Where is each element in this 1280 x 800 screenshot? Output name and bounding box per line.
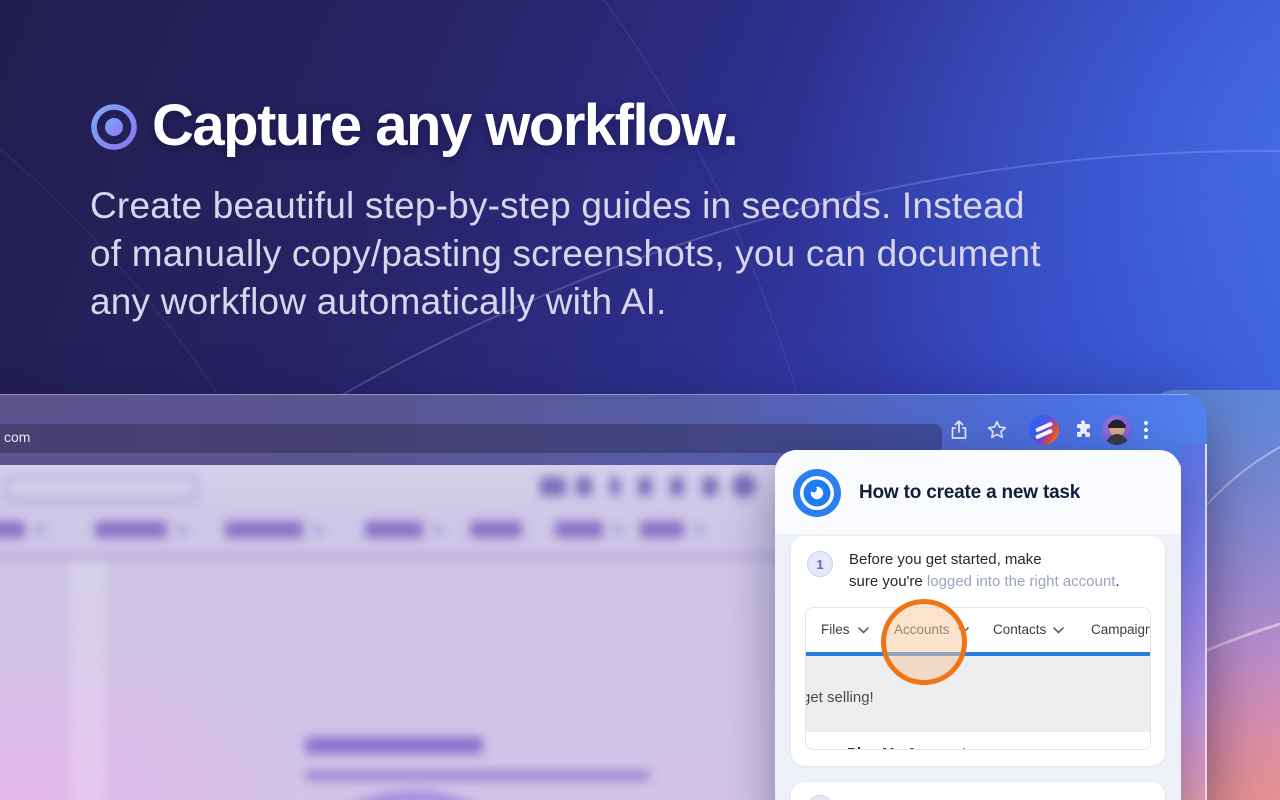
tab-campaign[interactable]: Campaign <box>1091 608 1151 652</box>
extensions-puzzle-icon[interactable] <box>1072 419 1094 441</box>
nav-item[interactable] <box>470 521 522 538</box>
page-toolbar-icon <box>576 477 592 496</box>
hero-description-line: Create beautiful step-by-step guides in … <box>90 182 1200 230</box>
panel-title: How to create a new task <box>859 482 1080 504</box>
screenshot-card-title: Play My Accounts <box>847 745 975 750</box>
page-search-box[interactable] <box>5 475 197 502</box>
screenshot-inner-card: Play My Accounts <box>823 732 1151 750</box>
extension-logo-icon[interactable] <box>1029 415 1059 445</box>
record-target-icon <box>88 101 140 153</box>
page-toolbar-icon <box>638 477 652 496</box>
browser-menu-icon[interactable] <box>1144 421 1148 441</box>
extension-panel: How to create a new task 1 Before you ge… <box>775 450 1181 800</box>
share-icon[interactable] <box>948 419 970 441</box>
step-number-badge: 1 <box>807 551 833 577</box>
nav-item[interactable] <box>0 521 25 538</box>
bookmark-star-icon[interactable] <box>986 419 1008 441</box>
nav-item[interactable] <box>225 521 303 538</box>
panel-header: How to create a new task <box>775 450 1181 534</box>
window-right-edge <box>1181 444 1207 800</box>
account-link[interactable]: logged into the right account <box>927 573 1115 590</box>
chevron-down-icon <box>1053 627 1064 634</box>
marketing-slide: Capture any workflow. Create beautiful s… <box>0 0 1280 800</box>
tab-contacts[interactable]: Contacts <box>993 608 1046 652</box>
page-toolbar-icon <box>610 477 620 496</box>
page-toolbar-icon <box>540 477 566 496</box>
url-text: com <box>4 429 30 445</box>
screenshot-text: get selling! <box>805 689 874 706</box>
page-toolbar-icon <box>732 474 756 498</box>
step-card-1: 1 Before you get started, make sure you'… <box>791 536 1165 766</box>
nav-item[interactable] <box>640 521 684 538</box>
hero-description-line: any workflow automatically with AI. <box>90 278 1200 326</box>
step-number-badge: 2 <box>807 795 833 800</box>
embedded-screenshot: Files Accounts Contacts Campaign get sel… <box>805 607 1151 750</box>
step-card-2: 2 <box>791 782 1165 800</box>
chart-ring-blob <box>266 791 562 800</box>
tab-files[interactable]: Files <box>821 608 850 652</box>
page-toolbar-icon <box>702 477 718 496</box>
hero-description-line: of manually copy/pasting screenshots, yo… <box>90 230 1200 278</box>
nav-item[interactable] <box>95 521 167 538</box>
chevron-down-icon <box>858 627 869 634</box>
highlight-annotation-circle <box>881 599 967 685</box>
nav-item[interactable] <box>555 521 603 538</box>
profile-avatar[interactable] <box>1102 415 1132 445</box>
nav-item[interactable] <box>365 521 423 538</box>
screenshot-body: get selling! <box>806 656 1150 732</box>
content-subtitle-blob <box>305 770 650 781</box>
tango-logo-icon <box>793 469 841 517</box>
content-heading-blob <box>305 737 483 754</box>
url-bar[interactable]: com <box>0 424 942 453</box>
step-text: Before you get started, make sure you're… <box>849 549 1154 592</box>
hero-title: Capture any workflow. <box>152 92 737 159</box>
page-toolbar-icon <box>670 477 684 496</box>
hero-description: Create beautiful step-by-step guides in … <box>90 182 1200 326</box>
